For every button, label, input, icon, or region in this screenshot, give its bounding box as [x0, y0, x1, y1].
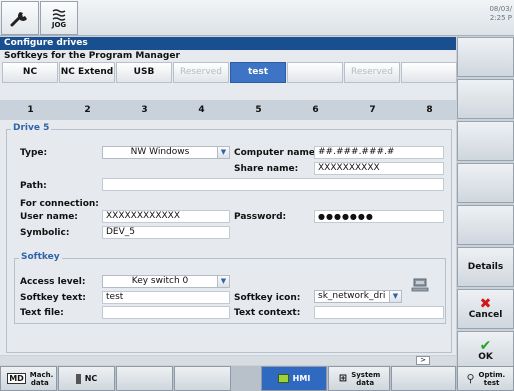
tab-number: 2 [84, 105, 91, 115]
chevron-down-icon[interactable]: ▼ [217, 147, 229, 158]
access-level-value: Key switch 0 [131, 276, 189, 286]
vertical-softkey-3[interactable] [457, 121, 514, 161]
page-subtitle: Softkeys for the Program Manager [0, 50, 456, 62]
softkey-icon-label: Softkey icon: [234, 293, 301, 303]
system-data-button[interactable]: ⊞ System data [328, 366, 390, 391]
softkey-icon-value: sk_network_dri [318, 291, 386, 301]
tab-test[interactable]: test [230, 62, 286, 83]
text-file-field[interactable] [102, 306, 230, 319]
share-name-label: Share name: [234, 164, 299, 174]
tab-usb[interactable]: USB [116, 62, 172, 83]
tab-reserved-4[interactable]: Reserved [173, 62, 229, 83]
ok-button[interactable]: ✔ OK [457, 331, 514, 371]
chevron-down-icon[interactable]: ▼ [217, 276, 229, 287]
softkey-group-title: Softkey [19, 252, 62, 262]
network-drive-icon [410, 278, 430, 297]
tab-number: 1 [27, 105, 34, 115]
probe-icon: ⚲ [466, 372, 475, 385]
jog-label: JOG [51, 20, 67, 29]
softkey-tabs: NC NC Extend USB Reserved test Reserved … [0, 62, 457, 115]
tab-nc[interactable]: NC [2, 62, 58, 83]
ok-label: OK [478, 352, 493, 362]
details-button[interactable]: Details [457, 247, 514, 287]
mach-data-label: Mach. data [29, 370, 54, 387]
type-select[interactable]: NW Windows ▼ [102, 146, 230, 159]
share-name-field[interactable]: XXXXXXXXXX [314, 162, 444, 175]
text-context-label: Text context: [234, 308, 301, 318]
chevron-down-icon[interactable]: ▼ [389, 291, 401, 302]
details-label: Details [467, 262, 504, 272]
user-name-field[interactable]: XXXXXXXXXXXX [102, 210, 230, 223]
optim-test-label: Optim. test [478, 370, 506, 387]
user-name-label: User name: [20, 212, 78, 222]
tab-empty-6[interactable] [287, 62, 343, 83]
horizontal-softkey-bar: MD Mach. data NC HMI ⊞ System data ⚲ Opt… [0, 366, 514, 391]
tab-reserved-7[interactable]: Reserved [344, 62, 400, 83]
text-context-field[interactable] [314, 306, 444, 319]
next-page-arrow-icon[interactable]: > [416, 356, 430, 365]
nc-button[interactable]: NC [58, 366, 115, 391]
date-text: 08/03/ [489, 5, 512, 13]
md-icon: MD [7, 373, 26, 384]
tab-number: 7 [369, 105, 376, 115]
mach-data-button[interactable]: MD Mach. data [0, 366, 57, 391]
vertical-softkey-1[interactable] [457, 37, 514, 77]
tab-nc-extend[interactable]: NC Extend [59, 62, 115, 83]
horizontal-softkey-7[interactable] [391, 366, 456, 391]
checkmark-icon: ✔ [479, 338, 492, 354]
wrench-icon[interactable] [1, 1, 39, 35]
vertical-softkey-2[interactable] [457, 79, 514, 119]
cancel-icon: ✖ [479, 296, 492, 312]
symbolic-field[interactable]: DEV_5 [102, 226, 230, 239]
tab-empty-8[interactable] [401, 62, 457, 83]
access-level-select[interactable]: Key switch 0 ▼ [102, 275, 230, 288]
softkey-scroll-row: > [0, 356, 456, 365]
for-connection-label: For connection: [20, 199, 99, 209]
horizontal-softkey-4[interactable] [174, 366, 231, 391]
nc-label: NC [84, 374, 98, 383]
hmi-button[interactable]: HMI [261, 366, 327, 391]
computer-name-field[interactable]: ##.###.###.# [314, 146, 444, 159]
main-panel: Drive 5 Type: NW Windows ▼ Computer name… [0, 120, 456, 355]
vertical-softkey-4[interactable] [457, 163, 514, 203]
datetime: 08/03/ 2:25 P [489, 5, 512, 23]
jog-mode-icon[interactable]: JOG [40, 1, 78, 35]
tab-number: 6 [312, 105, 319, 115]
softkey-text-label: Softkey text: [20, 293, 86, 303]
softkey-icon-select[interactable]: sk_network_dri ▼ [314, 290, 402, 303]
optim-test-button[interactable]: ⚲ Optim. test [457, 366, 514, 391]
type-value: NW Windows [130, 147, 190, 157]
nc-icon [75, 373, 81, 384]
system-data-label: System data [351, 370, 381, 387]
type-label: Type: [20, 148, 48, 158]
page-title: Configure drives [0, 37, 456, 50]
cancel-button[interactable]: ✖ Cancel [457, 289, 514, 329]
jog-hand-icon [52, 8, 66, 21]
path-field[interactable] [102, 178, 444, 191]
computer-name-label: Computer name: [234, 148, 319, 158]
hmi-label: HMI [292, 374, 311, 383]
tab-number: 3 [141, 105, 148, 115]
vertical-softkey-5[interactable] [457, 205, 514, 245]
tab-number: 4 [198, 105, 205, 115]
hmi-icon [277, 374, 289, 383]
path-label: Path: [20, 181, 47, 191]
tab-number: 8 [426, 105, 433, 115]
time-text: 2:25 P [489, 14, 512, 22]
drive-group-title: Drive 5 [11, 123, 52, 133]
vertical-softkey-bar: Details ✖ Cancel ✔ OK [457, 37, 514, 373]
tree-icon: ⊞ [338, 373, 348, 384]
softkey-text-field[interactable]: test [102, 291, 230, 304]
tab-number: 5 [255, 105, 262, 115]
password-label: Password: [234, 212, 287, 222]
top-bar: JOG 08/03/ 2:25 P [0, 0, 514, 36]
symbolic-label: Symbolic: [20, 228, 70, 238]
access-level-label: Access level: [20, 277, 86, 287]
horizontal-softkey-3[interactable] [116, 366, 173, 391]
cancel-label: Cancel [468, 310, 503, 320]
password-field[interactable]: ●●●●●●● [314, 210, 444, 223]
text-file-label: Text file: [20, 308, 64, 318]
